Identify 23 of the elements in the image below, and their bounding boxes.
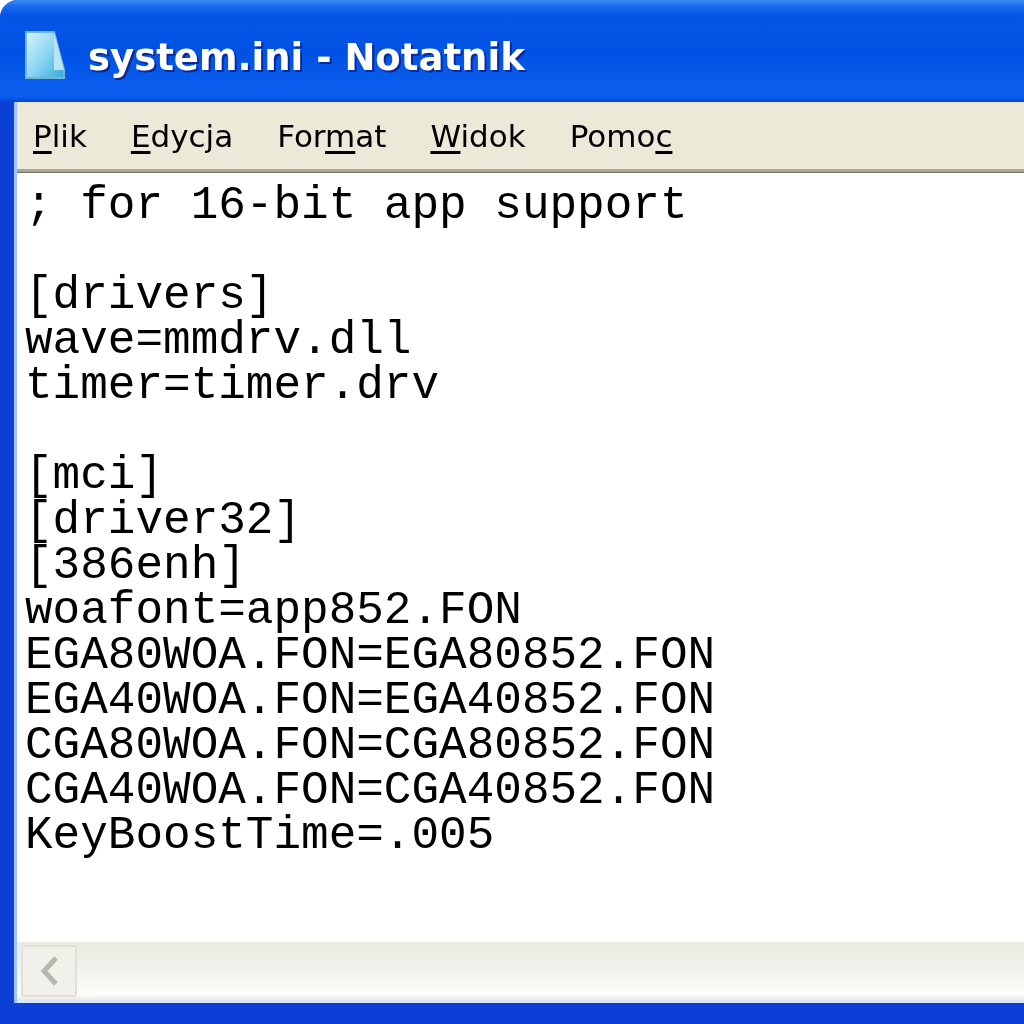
text-line: woafont=app852.FON [25, 589, 523, 634]
text-line: wave=mmdrv.dll [25, 319, 412, 364]
text-line: [386enh] [25, 544, 246, 589]
scroll-left-button[interactable] [21, 945, 77, 997]
text-line: KeyBoostTime=.005 [25, 814, 496, 859]
text-line: EGA40WOA.FON=EGA40852.FON [25, 679, 717, 724]
text-line: CGA40WOA.FON=CGA40852.FON [25, 769, 717, 814]
menu-item[interactable]: Format [268, 111, 396, 160]
document-icon [22, 30, 66, 80]
text-line: timer=timer.drv [25, 364, 441, 409]
text-line: CGA80WOA.FON=CGA80852.FON [25, 724, 717, 769]
menu-item[interactable]: Edycja [121, 111, 243, 160]
text-line: [driver32] [25, 499, 303, 544]
menu-item[interactable]: Widok [421, 111, 535, 160]
text-line: ; for 16-bit app support [25, 184, 689, 229]
menu-item[interactable]: Pomoc [560, 111, 682, 160]
window-title: system.ini - Notatnik [88, 35, 525, 79]
chevron-left-icon [40, 956, 58, 986]
text-line: EGA80WOA.FON=EGA80852.FON [25, 634, 717, 679]
horizontal-scrollbar[interactable] [17, 942, 1024, 1003]
text-line: [drivers] [25, 274, 274, 319]
text-line: [mci] [25, 454, 164, 499]
menu-item[interactable]: Plik [24, 111, 96, 160]
